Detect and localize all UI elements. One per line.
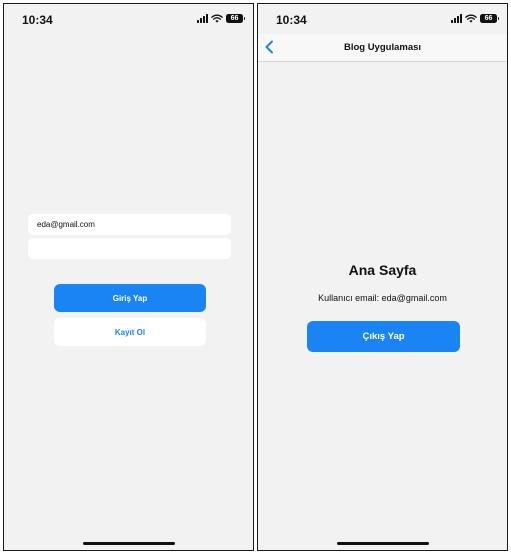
password-input[interactable] [28, 238, 231, 259]
status-icons: 66 [197, 14, 245, 23]
user-email-text: Kullanıcı email: eda@gmail.com [318, 293, 447, 303]
nav-title: Blog Uygulaması [343, 42, 422, 53]
register-button[interactable]: Kayıt Ol [54, 318, 206, 346]
page-title: Ana Sayfa [348, 262, 417, 278]
status-bar: 10:34 66 [4, 4, 253, 34]
battery-icon: 66 [226, 14, 245, 23]
home-screen: 10:34 66 Blog Uygulaması Ana Sayfa Kulla… [257, 3, 508, 551]
cellular-signal-icon [197, 14, 208, 23]
email-input[interactable] [28, 214, 231, 235]
home-indicator [336, 542, 429, 545]
cellular-signal-icon [451, 14, 462, 23]
navigation-bar: Blog Uygulaması [258, 34, 507, 62]
login-button[interactable]: Giriş Yap [54, 284, 206, 312]
login-screen: 10:34 66 Giriş Yap Kayıt Ol [3, 3, 254, 551]
wifi-icon [465, 14, 477, 23]
status-time: 10:34 [22, 13, 53, 27]
battery-icon: 66 [480, 14, 499, 23]
status-bar: 10:34 66 [258, 4, 507, 34]
home-indicator [82, 542, 175, 545]
logout-button[interactable]: Çıkış Yap [307, 321, 460, 352]
status-time: 10:34 [276, 13, 307, 27]
status-icons: 66 [451, 14, 499, 23]
wifi-icon [211, 14, 223, 23]
screenshot-frame: 10:34 66 Giriş Yap Kayıt Ol 10:34 [0, 0, 511, 555]
